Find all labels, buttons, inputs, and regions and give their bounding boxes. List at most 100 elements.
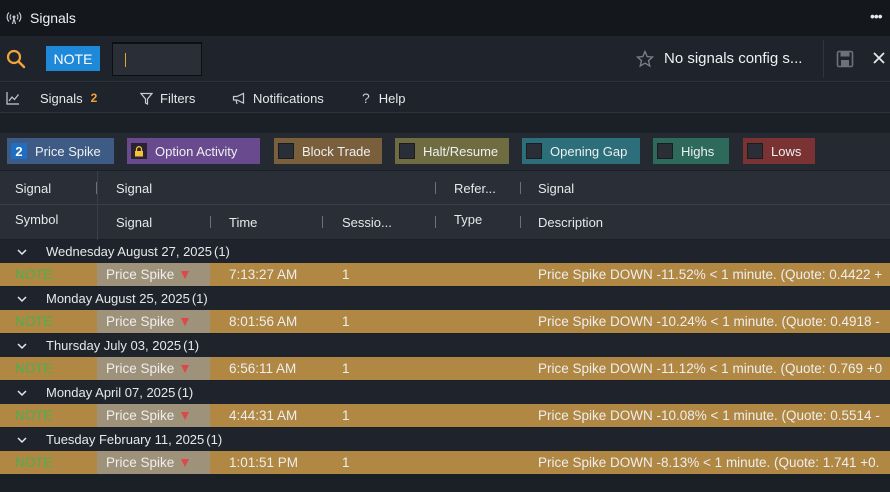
table-row[interactable]: NOTE Price Spike 1:01:51 PM 1 Price Spik… (0, 451, 890, 474)
more-icon[interactable]: ••• (870, 8, 886, 24)
column-header-signal-description-top[interactable]: Signal (538, 171, 574, 205)
column-separator[interactable] (210, 216, 211, 228)
chip-price-spike[interactable]: 2 Price Spike (7, 138, 114, 164)
table-row[interactable]: NOTE Price Spike 7:13:27 AM 1 Price Spik… (0, 263, 890, 286)
chip-label: Lows (771, 143, 802, 159)
search-icon[interactable] (6, 49, 26, 69)
title-bar: Signals ••• (0, 0, 890, 36)
chip-checkbox (526, 143, 542, 159)
group-count: (1) (177, 385, 194, 400)
chip-label: Option Activity (155, 143, 238, 159)
cell-time: 7:13:27 AM (229, 267, 298, 282)
date-group-header[interactable]: Monday April 07, 2025 (1) (0, 381, 890, 404)
chip-block-trade[interactable]: Block Trade (274, 138, 382, 164)
cell-description: Price Spike DOWN -10.24% < 1 minute. (Qu… (538, 314, 880, 329)
grid-header: Signal Signal Refer... Signal Symbol Sig… (0, 171, 890, 240)
cell-description: Price Spike DOWN -8.13% < 1 minute. (Quo… (538, 455, 880, 470)
cell-session: 1 (342, 361, 350, 376)
column-header-description[interactable]: Description (538, 205, 603, 239)
column-header-session[interactable]: Sessio... (342, 205, 392, 239)
signals-config-selector[interactable]: No signals config s... (664, 50, 802, 67)
save-icon[interactable] (836, 50, 854, 68)
group-date: Wednesday August 27, 2025 (46, 244, 212, 259)
cell-time: 4:44:31 AM (229, 408, 298, 423)
cell-signal: Price Spike (97, 404, 210, 427)
group-count: (1) (183, 338, 200, 353)
cell-symbol: NOTE (15, 361, 53, 376)
column-separator[interactable] (435, 216, 436, 228)
chevron-down-icon (17, 342, 27, 349)
chip-opening-gap[interactable]: Opening Gap (522, 138, 640, 164)
cell-symbol: NOTE (15, 314, 53, 329)
group-date: Monday April 07, 2025 (46, 385, 176, 400)
signal-label: Price Spike (106, 314, 175, 329)
grid-header-row-1: Signal Signal Refer... Signal (0, 171, 890, 205)
megaphone-icon (232, 92, 245, 104)
group-count: (1) (214, 244, 230, 259)
chip-highs[interactable]: Highs (653, 138, 729, 164)
column-separator[interactable] (435, 182, 436, 194)
cell-signal: Price Spike (97, 263, 210, 286)
table-row[interactable]: NOTE Price Spike 6:56:11 AM 1 Price Spik… (0, 357, 890, 380)
cell-description: Price Spike DOWN -10.08% < 1 minute. (Qu… (538, 408, 880, 423)
chip-option-activity[interactable]: Option Activity (127, 138, 260, 164)
column-header-signal-group[interactable]: Signal (116, 171, 152, 205)
chip-label: Halt/Resume (423, 143, 499, 159)
question-icon: ? (362, 90, 370, 106)
chip-checkbox (747, 143, 763, 159)
toolbar: NOTE No signals config s... (0, 36, 890, 82)
cell-symbol: NOTE (15, 408, 53, 423)
chip-label: Block Trade (302, 143, 371, 159)
tab-filters[interactable]: Filters (140, 83, 195, 113)
symbol-input[interactable] (112, 42, 202, 76)
chevron-down-icon (17, 436, 27, 443)
date-group-header[interactable]: Tuesday February 11, 2025 (1) (0, 428, 890, 451)
group-count: (1) (191, 291, 208, 306)
grid-footer (0, 475, 890, 492)
table-row[interactable]: NOTE Price Spike 8:01:56 AM 1 Price Spik… (0, 310, 890, 333)
column-separator[interactable] (520, 216, 521, 228)
table-row[interactable]: NOTE Price Spike 4:44:31 AM 1 Price Spik… (0, 404, 890, 427)
date-group-header[interactable]: Monday August 25, 2025 (1) (0, 287, 890, 310)
chip-checkbox (399, 143, 415, 159)
tab-help[interactable]: ? Help (362, 83, 406, 113)
column-separator[interactable] (322, 216, 323, 228)
cell-session: 1 (342, 408, 350, 423)
column-header-signal-symbol-top[interactable]: Signal (15, 171, 51, 205)
symbol-badge[interactable]: NOTE (46, 46, 100, 71)
window-title: Signals (30, 10, 76, 26)
column-header-signal[interactable]: Signal (116, 205, 152, 239)
chip-label: Price Spike (35, 143, 101, 159)
date-group-header[interactable]: Thursday July 03, 2025 (1) (0, 334, 890, 357)
arrow-down-icon (181, 317, 190, 326)
signal-label: Price Spike (106, 361, 175, 376)
column-separator[interactable] (520, 182, 521, 194)
text-caret (125, 53, 126, 67)
column-header-type[interactable]: Type (454, 202, 482, 236)
tab-bar: Signals 2 Filters Notifications ? Help (0, 83, 890, 113)
chip-label: Opening Gap (550, 143, 628, 159)
tab-signals[interactable]: Signals 2 (6, 83, 97, 113)
close-icon[interactable] (872, 51, 886, 65)
column-header-reference[interactable]: Refer... (454, 171, 496, 205)
chevron-down-icon (17, 248, 27, 255)
group-count: (1) (206, 432, 223, 447)
signal-type-filter-bar: 2 Price Spike Option Activity Block Trad… (0, 133, 890, 170)
chip-checkbox (657, 143, 673, 159)
chip-lows[interactable]: Lows (743, 138, 815, 164)
group-date: Thursday July 03, 2025 (46, 338, 182, 353)
star-icon[interactable] (636, 50, 654, 68)
grid-header-row-2: Symbol Signal Time Sessio... Type Descri… (0, 205, 890, 239)
column-header-time[interactable]: Time (229, 205, 257, 239)
arrow-down-icon (181, 364, 190, 373)
tab-notifications[interactable]: Notifications (232, 83, 324, 113)
cell-time: 6:56:11 AM (229, 361, 297, 376)
date-group-header[interactable]: Wednesday August 27, 2025 (1) (0, 240, 890, 263)
toolbar-divider (823, 40, 824, 78)
cell-signal: Price Spike (97, 357, 210, 380)
tab-count-badge: 2 (90, 91, 98, 105)
signal-label: Price Spike (106, 267, 175, 282)
chip-halt-resume[interactable]: Halt/Resume (395, 138, 509, 164)
cell-time: 8:01:56 AM (229, 314, 298, 329)
column-header-symbol[interactable]: Symbol (15, 202, 58, 236)
